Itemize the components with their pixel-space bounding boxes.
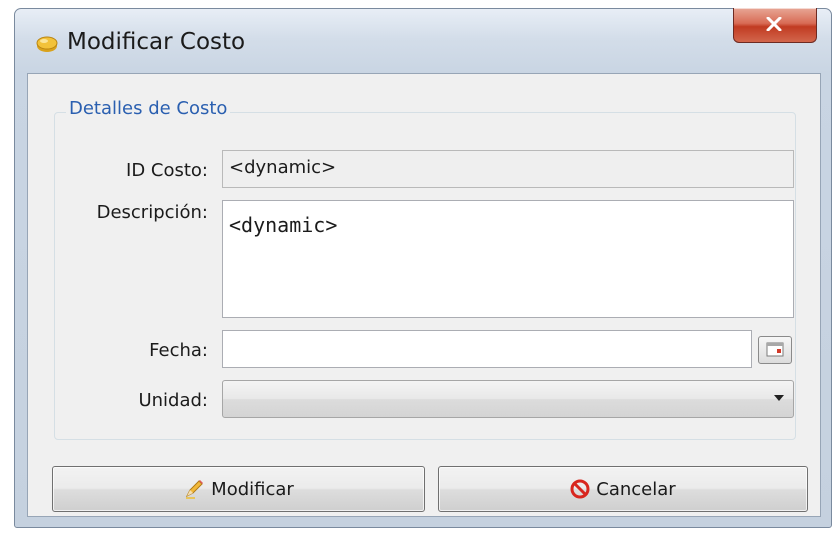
- descripcion-value: <dynamic>: [229, 213, 338, 237]
- cancelar-button[interactable]: Cancelar: [438, 466, 808, 512]
- id-costo-label: ID Costo:: [126, 160, 208, 181]
- id-costo-value: <dynamic>: [229, 157, 337, 178]
- pencil-icon: [186, 480, 204, 499]
- title-bar[interactable]: Modificar Costo: [15, 8, 831, 73]
- close-button[interactable]: [733, 8, 817, 43]
- dialog-window: Modificar Costo Detalles de Costo ID Cos…: [14, 8, 832, 528]
- unidad-select[interactable]: [222, 380, 794, 418]
- id-costo-field: <dynamic>: [222, 150, 794, 188]
- descripcion-label: Descripción:: [96, 202, 208, 223]
- close-icon: [766, 17, 782, 31]
- fecha-label: Fecha:: [149, 340, 208, 361]
- group-title: Detalles de Costo: [66, 98, 231, 119]
- modificar-label: Modificar: [211, 478, 294, 500]
- modificar-button[interactable]: Modificar: [52, 466, 425, 512]
- date-picker-button[interactable]: [758, 336, 792, 364]
- coin-icon: [35, 31, 59, 55]
- window-title: Modificar Costo: [67, 29, 246, 55]
- calendar-icon: [766, 342, 784, 357]
- dialog-body: Detalles de Costo ID Costo: <dynamic> De…: [27, 73, 821, 517]
- fecha-input[interactable]: [222, 330, 752, 368]
- unidad-label: Unidad:: [138, 390, 208, 411]
- cancelar-label: Cancelar: [596, 478, 676, 500]
- chevron-down-icon: [774, 395, 784, 401]
- cancel-icon: [570, 479, 590, 499]
- descripcion-textarea[interactable]: <dynamic>: [222, 200, 794, 318]
